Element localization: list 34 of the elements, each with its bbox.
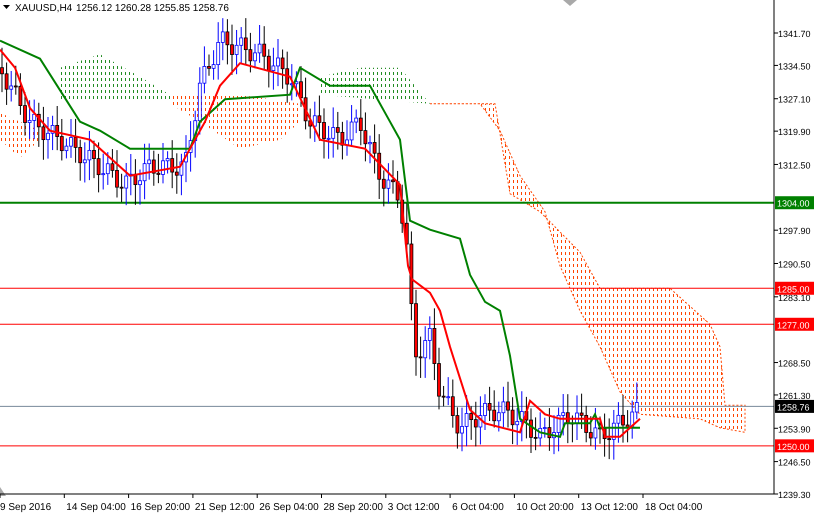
price-axis-label: 1334.50	[778, 61, 811, 72]
time-axis-label: 16 Sep 20:00	[130, 502, 190, 513]
price-axis-label: 1290.50	[778, 260, 811, 270]
price-axis-label: 1327.10	[778, 94, 811, 105]
price-axis-label: 1312.50	[778, 160, 811, 170]
time-axis-label: 18 Oct 04:00	[645, 502, 702, 513]
chart-shift-marker-icon[interactable]	[563, 0, 577, 6]
price-axis-label: 1297.90	[778, 226, 811, 236]
price-axis-label: 1268.50	[778, 358, 811, 369]
ohlc-values: 1256.12 1260.28 1255.85 1258.76	[76, 3, 229, 14]
time-axis-label: 10 Oct 20:00	[516, 502, 574, 513]
price-axis-label: 1319.90	[778, 127, 811, 138]
time-axis-label: 26 Sep 04:00	[259, 502, 319, 513]
price-level-label: 1285.00	[775, 282, 814, 295]
time-axis-label: 14 Sep 04:00	[66, 502, 126, 513]
price-level-label: 1277.00	[775, 318, 814, 331]
chart-symbol: XAUUSD,H4	[15, 3, 72, 14]
price-axis-label: 1283.10	[778, 292, 811, 303]
price-axis-label: 1261.30	[778, 390, 811, 401]
price-level-label: 1250.00	[775, 439, 814, 452]
time-axis-label: 9 Sep 2016	[0, 502, 52, 513]
time-axis-label: 13 Oct 12:00	[580, 502, 638, 513]
price-axis-label: 1239.30	[778, 490, 811, 500]
price-level-label: 1304.00	[775, 196, 814, 210]
price-axis-label: 1246.50	[778, 458, 811, 468]
time-axis-label: 28 Sep 20:00	[324, 502, 383, 513]
price-level-label: 1258.76	[775, 400, 814, 413]
time-axis-label: 21 Sep 12:00	[194, 502, 254, 513]
time-axis-label: 3 Oct 12:00	[388, 502, 440, 513]
price-axis-label: 1253.90	[778, 424, 811, 434]
time-axis-label: 6 Oct 04:00	[452, 502, 504, 513]
dropdown-arrow-icon[interactable]	[3, 5, 10, 9]
price-axis-label: 1341.70	[778, 29, 811, 39]
chart-start-marker-icon[interactable]	[0, 487, 6, 496]
